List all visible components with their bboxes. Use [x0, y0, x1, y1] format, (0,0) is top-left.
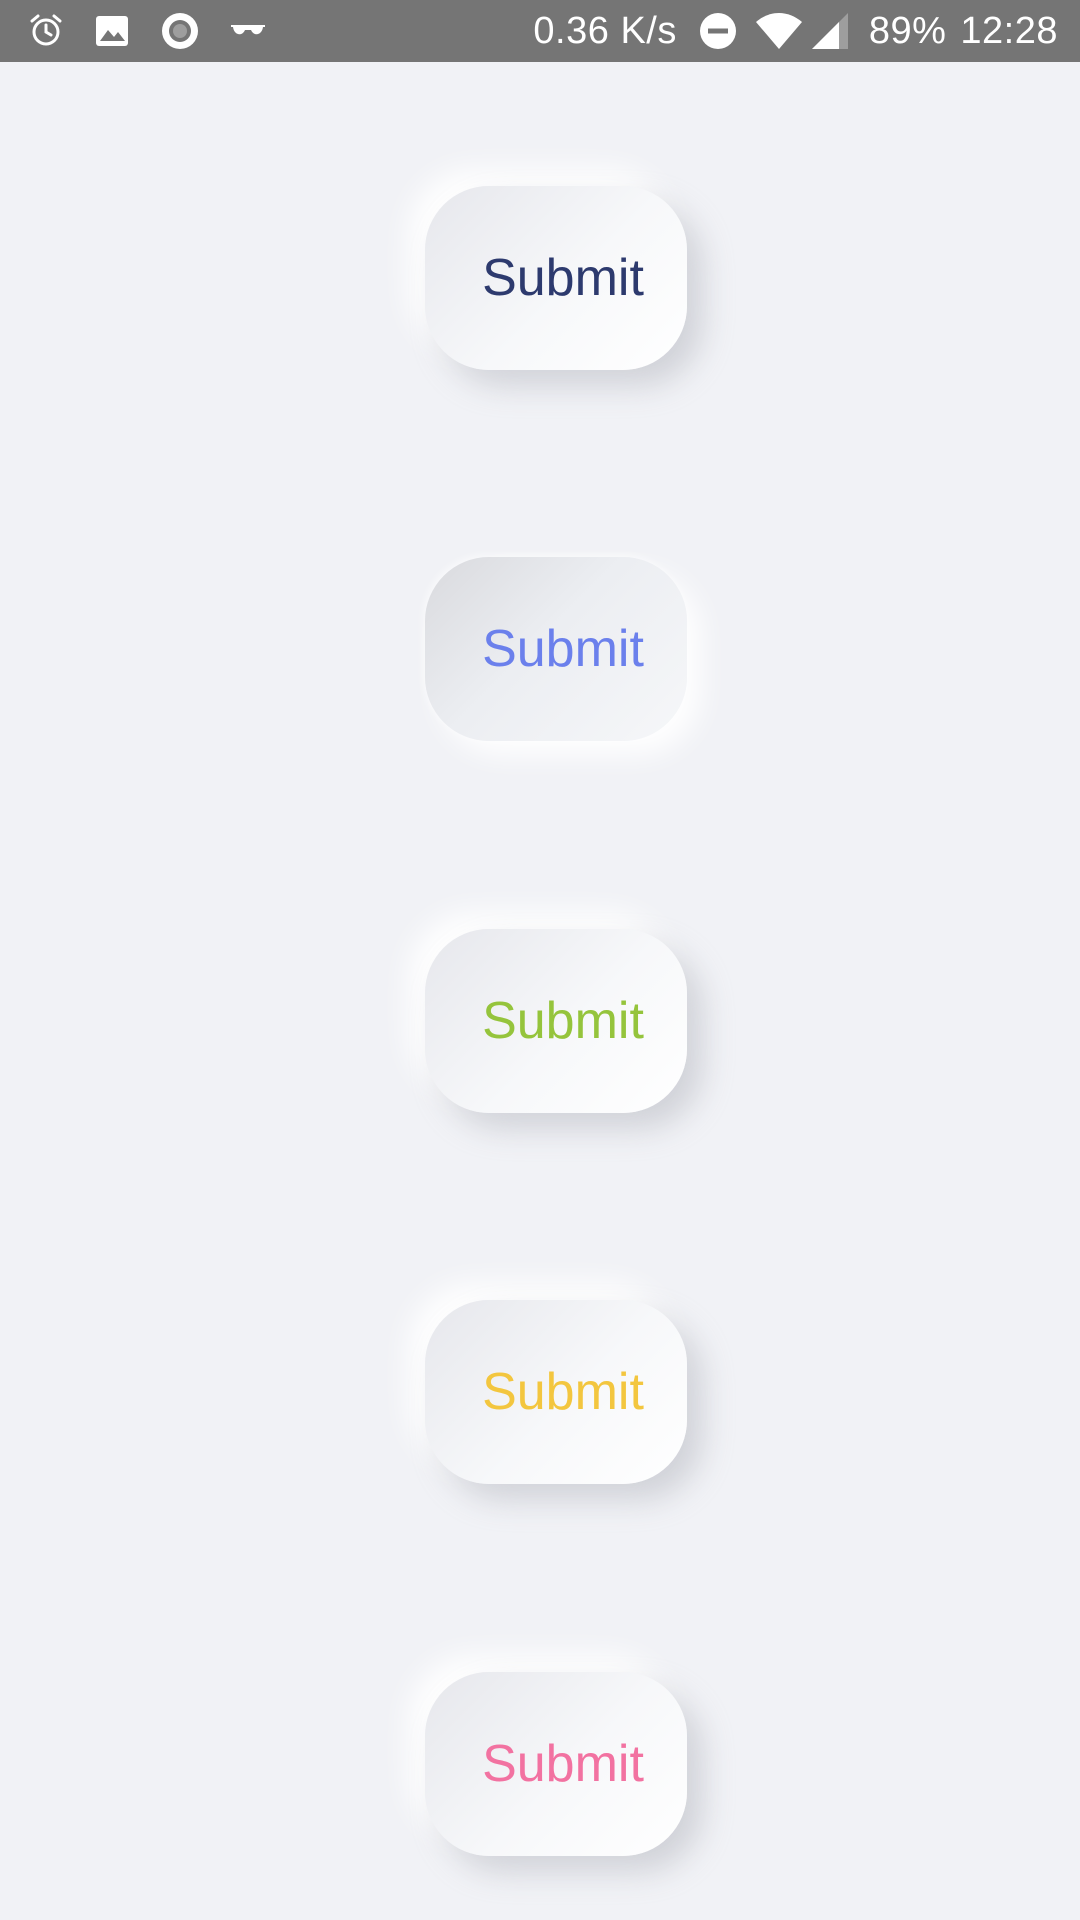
clock-time: 12:28	[960, 9, 1058, 52]
submit-button-blue[interactable]: Submit	[425, 557, 687, 741]
submit-button-pink[interactable]: Submit	[425, 1672, 687, 1856]
cell-signal-icon	[811, 12, 849, 50]
status-bar-right: 0.36 K/s 89% 12:28	[533, 10, 1058, 53]
submit-button-yellow[interactable]: Submit	[425, 1300, 687, 1484]
submit-button-label: Submit	[482, 992, 644, 1050]
button-showcase: Submit Submit Submit Submit Submit	[0, 62, 1080, 1920]
image-icon	[94, 13, 130, 49]
submit-button-label: Submit	[482, 620, 644, 678]
wifi-icon	[755, 12, 803, 50]
do-not-disturb-icon	[699, 12, 737, 50]
status-bar-left	[28, 11, 296, 51]
network-speed: 0.36 K/s	[533, 9, 677, 52]
submit-button-label: Submit	[482, 1363, 644, 1421]
submit-button-label: Submit	[482, 249, 644, 307]
status-bar: 0.36 K/s 89% 12:28	[0, 0, 1080, 62]
submit-button-green[interactable]: Submit	[425, 929, 687, 1113]
submit-button-label: Submit	[482, 1735, 644, 1793]
alarm-icon	[28, 13, 64, 49]
record-icon	[160, 11, 200, 51]
glasses-icon	[230, 21, 266, 41]
battery-level: 89%	[868, 9, 947, 52]
submit-button-navy[interactable]: Submit	[425, 186, 687, 370]
